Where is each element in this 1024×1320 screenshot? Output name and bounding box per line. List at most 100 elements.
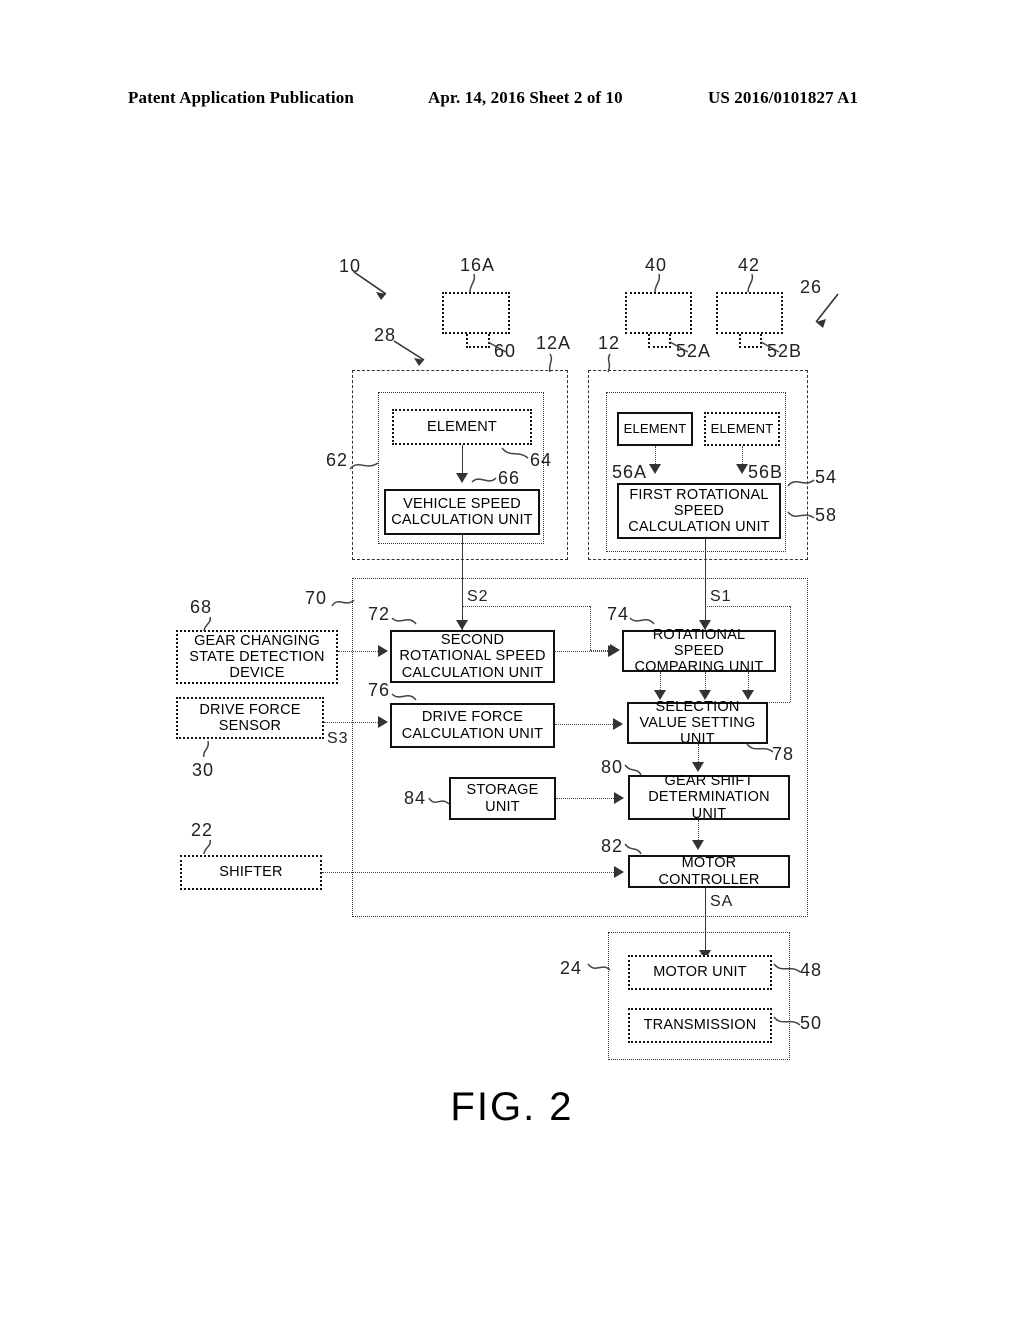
element-r1-label: ELEMENT (623, 420, 687, 436)
line-storage-to-gearshift (556, 798, 618, 799)
sensor-42-box (716, 292, 783, 334)
element-r1-box: ELEMENT (617, 412, 693, 446)
element-r2-box: ELEMENT (704, 412, 780, 446)
ref-66: 66 (498, 468, 521, 488)
arrowhead-motorctrl-in (692, 840, 704, 850)
gear-shift-determination-unit-label: GEAR SHIFT DETERMINATION UNIT (648, 773, 770, 822)
arrowhead-motorctrl-in-left (614, 866, 624, 878)
line-shifter-to-motorctrl (322, 872, 618, 873)
motor-unit-box: MOTOR UNIT (628, 955, 772, 990)
leader-62 (348, 455, 382, 477)
arrowhead-second-rot-in (378, 645, 388, 657)
ref-58: 58 (815, 505, 838, 525)
second-rotational-speed-calculation-unit-box: SECOND ROTATIONAL SPEED CALCULATION UNIT (390, 630, 555, 683)
leader-84 (427, 794, 451, 812)
rotational-speed-comparing-unit-box: ROTATIONAL SPEED COMPARING UNIT (622, 627, 776, 675)
ref-78: 78 (772, 744, 795, 764)
line-drive-sensor-to-calc (324, 722, 386, 723)
leader-52a (668, 340, 692, 354)
line-second-rot-to-compare (555, 651, 612, 652)
arrowhead-selection-in-left (613, 718, 623, 730)
vehicle-speed-calculation-unit-label: VEHICLE SPEED CALCULATION UNIT (391, 495, 533, 528)
vehicle-speed-calculation-unit-box: VEHICLE SPEED CALCULATION UNIT (384, 489, 540, 535)
ref-56a: 56A (612, 462, 648, 482)
motor-controller-label: MOTOR CONTROLLER (658, 855, 760, 888)
sensor-40-box (625, 292, 692, 334)
leader-48 (772, 962, 802, 980)
ref-12: 12 (598, 333, 621, 353)
signal-sa-label: SA (710, 893, 734, 910)
leader-24 (586, 960, 612, 980)
ref-82: 82 (601, 836, 624, 856)
second-rotational-speed-calculation-unit-label: SECOND ROTATIONAL SPEED CALCULATION UNIT (399, 632, 546, 681)
leader-60 (486, 340, 510, 354)
arrowhead-r1 (649, 464, 661, 474)
leader-40 (651, 272, 673, 294)
leader-58 (786, 508, 818, 528)
leader-52b (759, 340, 783, 354)
motor-controller-box: MOTOR CONTROLLER (628, 855, 790, 888)
leader-28 (392, 338, 442, 368)
leader-50 (772, 1015, 802, 1033)
arrowhead-selection-b (699, 690, 711, 700)
leader-80 (623, 763, 645, 781)
arrowhead-drive-calc-in (378, 716, 388, 728)
shifter-label: SHIFTER (219, 864, 283, 881)
leader-70 (330, 594, 358, 614)
motor-unit-label: MOTOR UNIT (653, 964, 747, 981)
ref-70: 70 (305, 588, 328, 608)
ref-72: 72 (368, 604, 391, 624)
leader-74 (628, 612, 656, 632)
leader-10 (352, 268, 402, 302)
arrowhead-selection-c (742, 690, 754, 700)
ref-74: 74 (607, 604, 630, 624)
selection-value-setting-unit-box: SELECTION VALUE SETTING UNIT (627, 699, 768, 747)
signal-s3-label: S3 (327, 730, 349, 747)
leader-76 (390, 688, 418, 708)
leader-42 (744, 272, 766, 294)
selection-value-setting-unit-label: SELECTION VALUE SETTING UNIT (639, 698, 756, 748)
sensor-16a-box (442, 292, 510, 334)
transmission-box: TRANSMISSION (628, 1008, 772, 1043)
leader-30 (198, 739, 216, 759)
drive-force-calculation-unit-box: DRIVE FORCE CALCULATION UNIT (390, 703, 555, 748)
leader-54 (786, 472, 818, 492)
gear-changing-state-detection-device-box: GEAR CHANGING STATE DETECTION DEVICE (176, 630, 338, 684)
gear-shift-determination-unit-box: GEAR SHIFT DETERMINATION UNIT (628, 773, 790, 822)
arrowhead-r2 (736, 464, 748, 474)
transmission-label: TRANSMISSION (643, 1017, 757, 1034)
ref-76: 76 (368, 680, 391, 700)
figure-2-block-diagram: 10 16A 40 42 26 28 60 12A 12 52A 52B ELE… (0, 0, 1024, 1320)
storage-unit-label: STORAGE UNIT (466, 782, 539, 815)
ref-48: 48 (800, 960, 823, 980)
leader-68 (200, 615, 218, 633)
leader-78 (745, 742, 775, 760)
rotational-speed-comparing-unit-label: ROTATIONAL SPEED COMPARING UNIT (634, 626, 764, 676)
arrowhead-gearshift-in (692, 762, 704, 772)
drive-force-sensor-label: DRIVE FORCE SENSOR (199, 701, 301, 734)
gear-changing-state-detection-device-label: GEAR CHANGING STATE DETECTION DEVICE (189, 632, 325, 682)
line-drive-calc-to-selection (555, 724, 617, 725)
ref-30: 30 (192, 760, 215, 780)
element-left-box: ELEMENT (392, 409, 532, 445)
ref-56b: 56B (748, 462, 784, 482)
drive-force-sensor-box: DRIVE FORCE SENSOR (176, 697, 324, 739)
ref-80: 80 (601, 757, 624, 777)
ref-12a: 12A (536, 333, 572, 353)
leader-16a (466, 272, 488, 294)
leader-82 (623, 842, 645, 860)
ref-50: 50 (800, 1013, 823, 1033)
figure-caption: FIG. 2 (450, 1085, 574, 1129)
element-r2-label: ELEMENT (710, 420, 774, 436)
leader-66 (470, 472, 500, 490)
first-rotational-speed-calculation-unit-label: FIRST ROTATIONAL SPEED CALCULATION UNIT (628, 486, 770, 536)
ref-24: 24 (560, 958, 583, 978)
ref-84: 84 (404, 788, 427, 808)
arrowhead-vehicle-speed (456, 473, 468, 483)
first-rotational-speed-calculation-unit-box: FIRST ROTATIONAL SPEED CALCULATION UNIT (617, 483, 781, 539)
leader-64 (500, 446, 532, 466)
ref-64: 64 (530, 450, 553, 470)
leader-22 (200, 838, 218, 856)
ref-54: 54 (815, 467, 838, 487)
leader-26 (812, 292, 852, 332)
